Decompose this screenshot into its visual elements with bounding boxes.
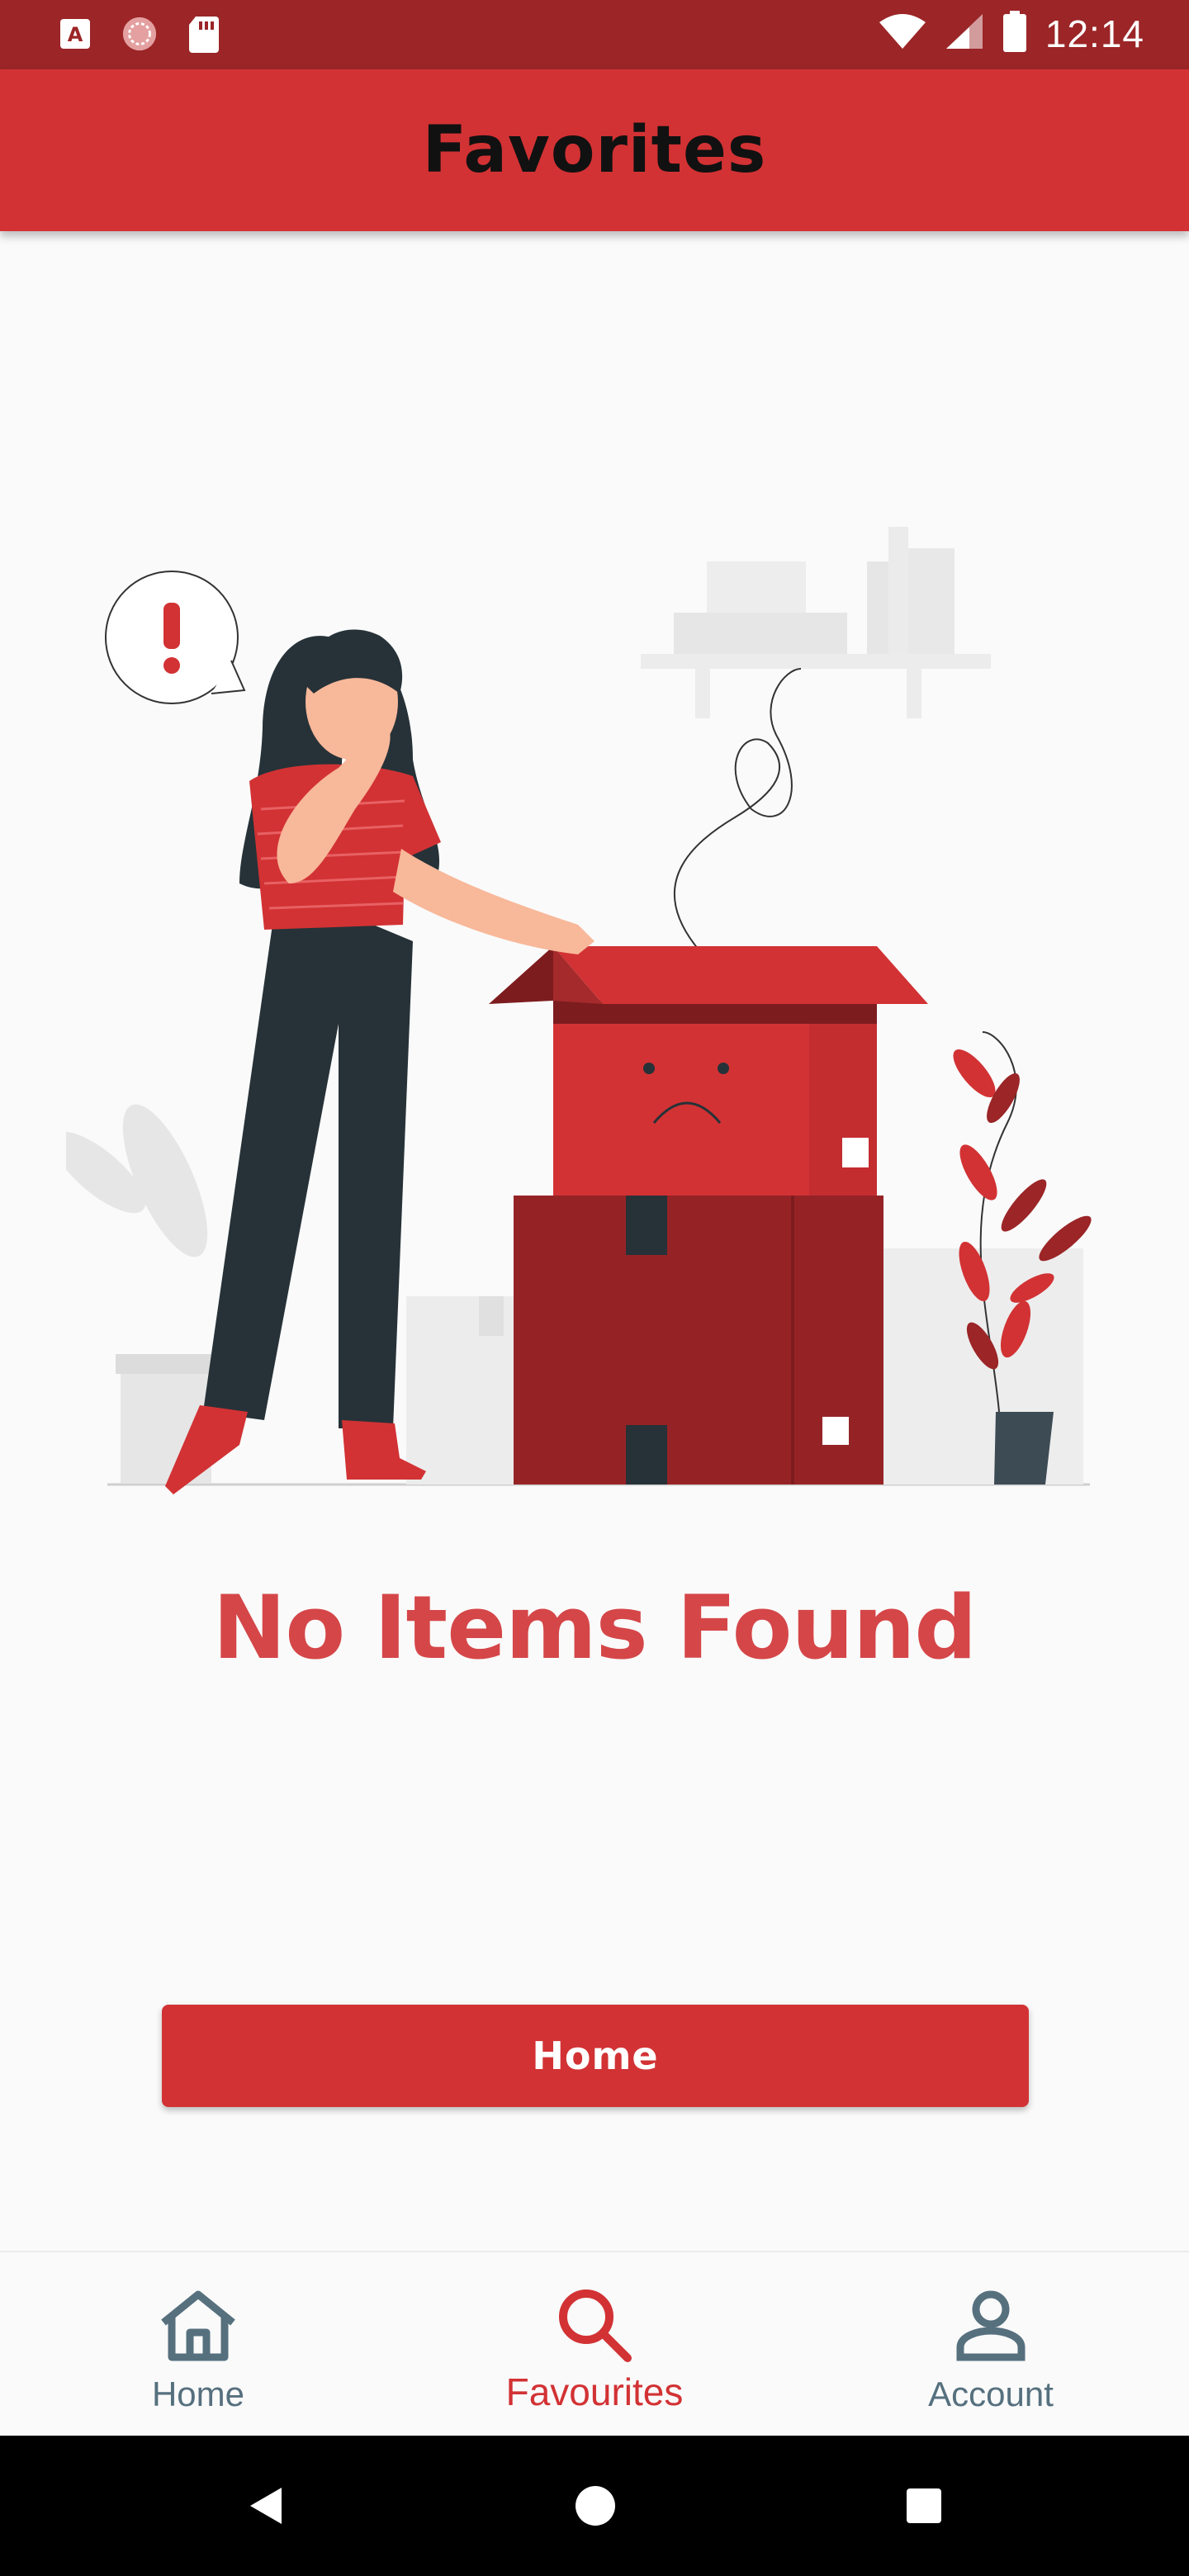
nav-item-account[interactable]: Account [793, 2252, 1189, 2437]
home-button[interactable]: Home [162, 2005, 1029, 2107]
home-icon [153, 2284, 244, 2366]
signal-icon [945, 12, 984, 54]
swirl-line [673, 668, 802, 950]
empty-state-illustration [66, 527, 1092, 1494]
page-title: Favorites [422, 113, 767, 187]
status-right-icons: 12:14 [879, 10, 1144, 57]
svg-text:A: A [68, 23, 83, 46]
sync-icon [121, 15, 159, 53]
bottom-nav: Home Favourites Account [0, 2251, 1189, 2436]
nav-item-favourites[interactable]: Favourites [396, 2252, 793, 2437]
account-icon [945, 2284, 1036, 2366]
sd-card-icon [185, 15, 223, 53]
app-bar: Favorites [0, 69, 1189, 231]
search-icon [549, 2284, 640, 2366]
status-bar: A 12:14 [0, 0, 1189, 69]
status-time: 12:14 [1045, 12, 1144, 55]
nav-label-favourites: Favourites [505, 2370, 684, 2413]
battery-icon [1002, 10, 1027, 57]
shelf-illustration [641, 527, 991, 718]
empty-state-message: No Items Found [212, 1577, 978, 1679]
status-left-icons: A [56, 15, 223, 53]
home-circle-icon[interactable] [566, 2477, 624, 2535]
boxes-illustration [489, 946, 928, 1485]
home-button-label: Home [532, 2034, 659, 2078]
recents-icon[interactable] [895, 2477, 953, 2535]
wifi-icon [879, 12, 926, 54]
system-nav-bar [0, 2436, 1189, 2576]
nav-label-account: Account [928, 2375, 1054, 2413]
nav-item-home[interactable]: Home [0, 2252, 396, 2437]
a-badge-icon: A [56, 15, 94, 53]
nav-label-home: Home [151, 2375, 245, 2413]
back-icon[interactable] [236, 2477, 294, 2535]
